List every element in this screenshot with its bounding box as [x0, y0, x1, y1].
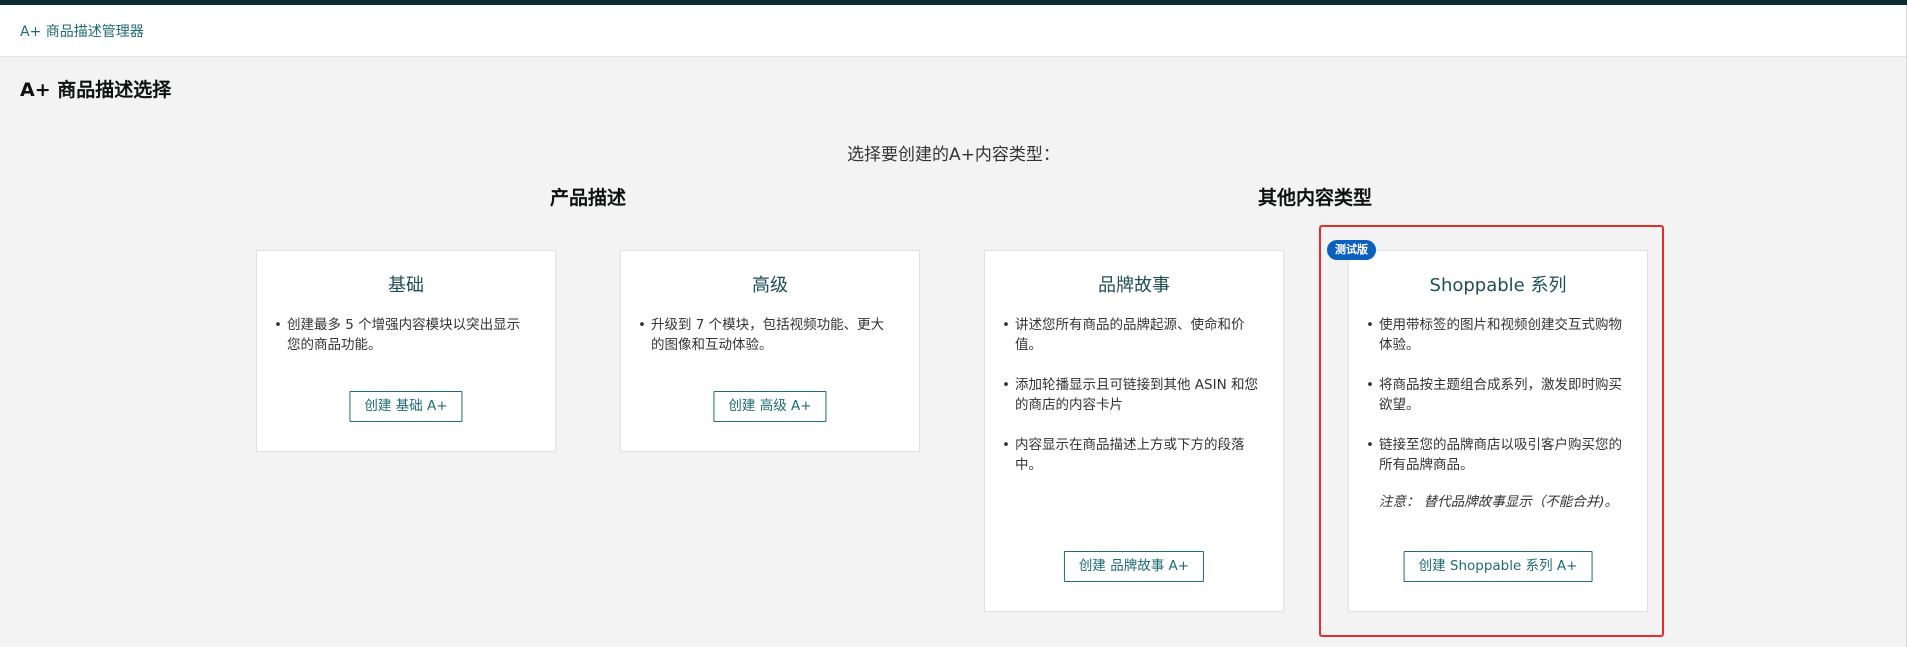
create-premium-button[interactable]: 创建 高级 A+	[713, 391, 827, 422]
bullet-icon: •	[638, 317, 646, 333]
replacement-note: 注意： 替代品牌故事显示（不能合并)。	[1379, 494, 1619, 510]
list-item: • 将商品按主题组合成系列，激发即时购买欲望。	[1366, 377, 1622, 413]
section-heading-other-content-types: 其他内容类型	[1257, 187, 1373, 209]
card-title: 品牌故事	[1098, 275, 1170, 296]
list-item: • 讲述您所有商品的品牌起源、使命和价值。	[1002, 317, 1245, 353]
create-basic-button[interactable]: 创建 基础 A+	[349, 391, 463, 422]
list-item: • 内容显示在商品描述上方或下方的段落中。	[1002, 437, 1245, 473]
feature-list: • 使用带标签的图片和视频创建交互式购物体验。 • 将商品按主题组合成系列，激发即时…	[1366, 315, 1624, 495]
card-title: 高级	[752, 275, 788, 296]
create-brand-story-button[interactable]: 创建 品牌故事 A+	[1063, 551, 1205, 582]
section-heading-product-description: 产品描述	[549, 187, 627, 209]
card-basic: 基础 • 创建最多 5 个增强内容模块以突出显示您的商品功能。 创建 基础 A+	[256, 250, 556, 452]
list-item: • 链接至您的品牌商店以吸引客户购买您的所有品牌商品。	[1366, 437, 1622, 473]
list-item: • 使用带标签的图片和视频创建交互式购物体验。	[1366, 317, 1622, 353]
feature-list: • 创建最多 5 个增强内容模块以突出显示您的商品功能。	[274, 315, 532, 375]
feature-list: • 讲述您所有商品的品牌起源、使命和价值。 • 添加轮播显示且可链接到其他 ASIN…	[1002, 315, 1260, 495]
bullet-icon: •	[1002, 437, 1010, 453]
create-shoppable-button[interactable]: 创建 Shoppable 系列 A+	[1403, 551, 1593, 582]
beta-badge: 测试版	[1327, 240, 1376, 260]
feature-list: • 升级到 7 个模块，包括视频功能、更大的图像和互动体验。	[638, 315, 896, 375]
breadcrumb[interactable]: A+ 商品描述管理器	[20, 21, 144, 41]
bullet-icon: •	[1002, 377, 1010, 393]
bullet-icon: •	[1366, 317, 1374, 333]
bullet-icon: •	[1002, 317, 1010, 333]
list-item: • 创建最多 5 个增强内容模块以突出显示您的商品功能。	[274, 317, 521, 353]
card-premium: 高级 • 升级到 7 个模块，包括视频功能、更大的图像和互动体验。 创建 高级 A…	[620, 250, 920, 452]
bullet-icon: •	[274, 317, 282, 333]
card-brand-story: 品牌故事 • 讲述您所有商品的品牌起源、使命和价值。 • 添加轮播显示且可链接到其他…	[984, 250, 1284, 612]
card-shoppable-collection: Shoppable 系列 • 使用带标签的图片和视频创建交互式购物体验。 • 将商品…	[1348, 250, 1648, 612]
breadcrumb-bar: A+ 商品描述管理器	[0, 5, 1907, 57]
card-title: Shoppable 系列	[1429, 275, 1567, 296]
list-item: • 添加轮播显示且可链接到其他 ASIN 和您的商店的内容卡片	[1002, 377, 1258, 413]
bullet-icon: •	[1366, 377, 1374, 393]
list-item: • 升级到 7 个模块，包括视频功能、更大的图像和互动体验。	[638, 317, 885, 353]
page-title: A+ 商品描述选择	[20, 79, 172, 101]
content-type-prompt: 选择要创建的A+内容类型：	[847, 145, 1060, 165]
card-title: 基础	[388, 275, 424, 296]
bullet-icon: •	[1366, 437, 1374, 453]
